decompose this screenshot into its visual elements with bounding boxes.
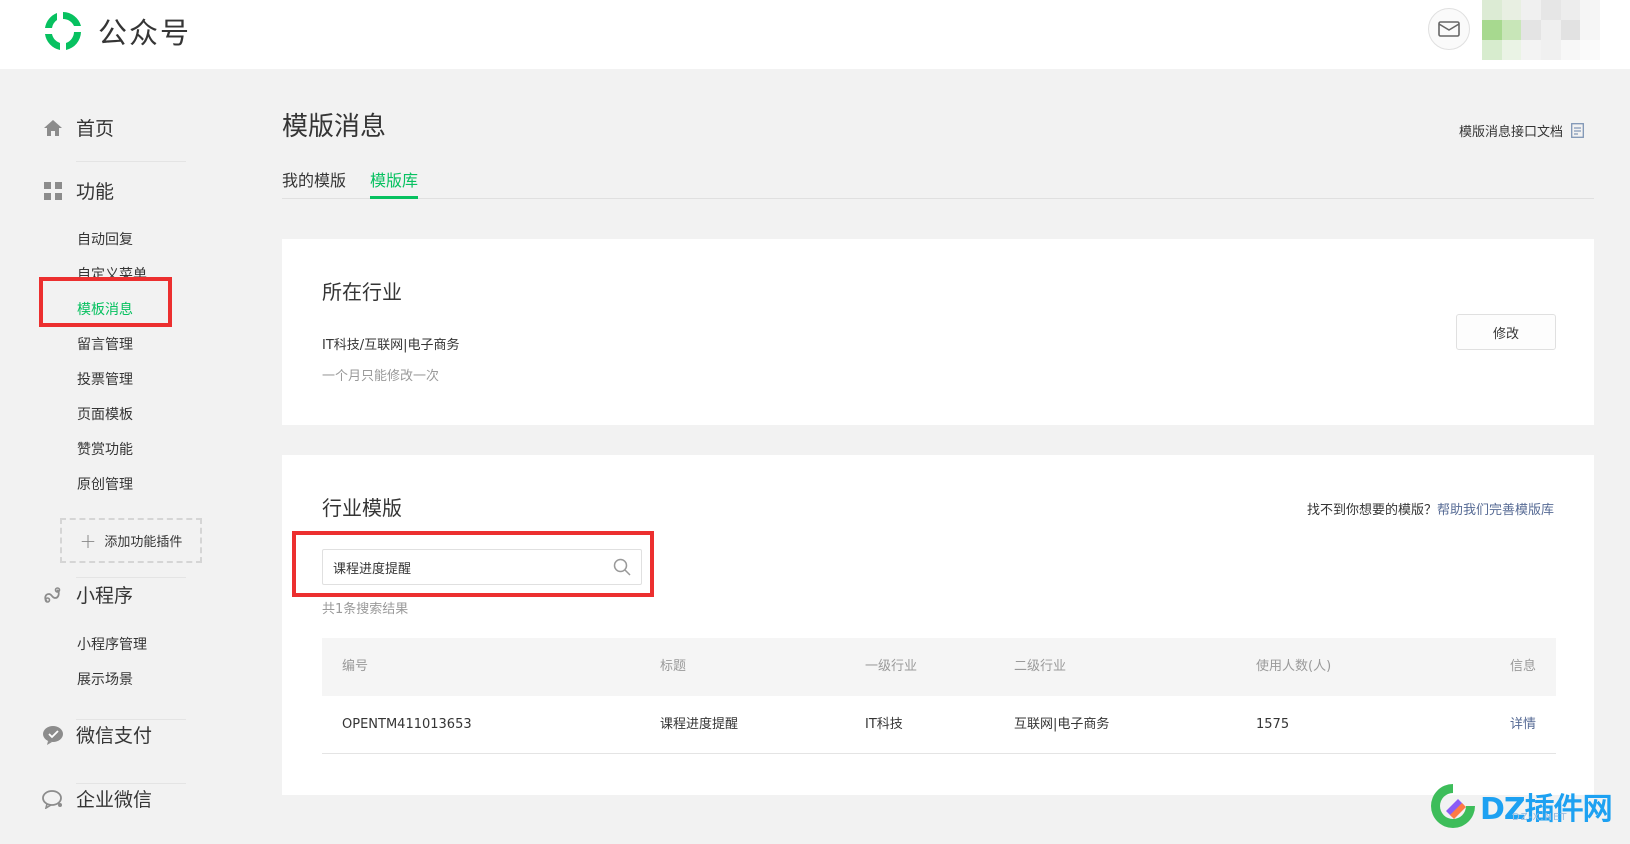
- help-text: 找不到你想要的模版？帮助我们完善模版库: [1307, 499, 1554, 518]
- tab-my-templates[interactable]: 我的模版: [282, 167, 346, 191]
- tab-template-library[interactable]: 模版库: [370, 167, 418, 191]
- logo[interactable]: 公众号: [40, 8, 191, 54]
- detail-link[interactable]: 详情: [1510, 696, 1536, 754]
- nav-miniprogram-label: 小程序: [76, 585, 134, 607]
- col-title: 标题: [660, 659, 687, 674]
- plus-icon: +: [79, 528, 97, 553]
- result-count: 共1条搜索结果: [322, 602, 409, 617]
- nav-enterprise-wechat-label: 企业微信: [76, 789, 153, 811]
- sidebar-item-page-templates[interactable]: 页面模板: [77, 404, 133, 424]
- watermark-logo-icon: [1431, 784, 1475, 828]
- highlight-box: [292, 531, 654, 597]
- col-info: 信息: [1509, 659, 1536, 674]
- templates-title: 行业模版: [322, 496, 402, 520]
- home-icon: [42, 117, 64, 139]
- add-plugin-label: 添加功能插件: [104, 535, 183, 550]
- divider: [76, 161, 186, 162]
- sidebar-item-auto-reply[interactable]: 自动回复: [77, 229, 133, 249]
- highlight-box: [39, 277, 172, 327]
- document-icon: [1571, 123, 1584, 138]
- nav-enterprise-wechat[interactable]: 企业微信: [42, 785, 152, 812]
- table-header: 编号 标题 一级行业 二级行业 使用人数(人) 信息: [322, 638, 1556, 696]
- doc-link-label: 模版消息接口文档: [1459, 125, 1564, 140]
- top-bar: 公众号: [0, 0, 1630, 69]
- divider: [76, 783, 186, 784]
- sidebar: 首页 功能 自动回复 自定义菜单 模板消息 留言管理 投票管理 页面模板 赞赏功…: [0, 69, 210, 844]
- industry-hint: 一个月只能修改一次: [322, 369, 440, 384]
- col-industry1: 一级行业: [865, 659, 918, 674]
- col-users: 使用人数(人): [1256, 659, 1332, 674]
- nav-home-label: 首页: [76, 118, 115, 140]
- mail-icon: [1438, 21, 1460, 37]
- wechat-official-logo-icon: [45, 12, 81, 50]
- industry-title: 所在行业: [322, 280, 402, 304]
- watermark-sub: DZ-X.NET: [1512, 812, 1568, 823]
- help-link[interactable]: 帮助我们完善模版库: [1437, 503, 1554, 518]
- table-row: OPENTM411013653 课程进度提醒 IT科技 互联网|电子商务 157…: [322, 696, 1556, 754]
- templates-table: 编号 标题 一级行业 二级行业 使用人数(人) 信息 OPENTM4110136…: [322, 638, 1556, 754]
- sidebar-item-original[interactable]: 原创管理: [77, 474, 133, 494]
- miniprogram-icon: [42, 584, 64, 606]
- row-title: 课程进度提醒: [660, 717, 739, 732]
- watermark: DZ插件网: [1428, 775, 1624, 837]
- help-prefix: 找不到你想要的模版？: [1306, 503, 1437, 518]
- row-industry2: 互联网|电子商务: [1014, 717, 1110, 732]
- sidebar-item-miniprogram-manage[interactable]: 小程序管理: [77, 634, 147, 654]
- industry-value: IT科技/互联网|电子商务: [322, 338, 460, 353]
- tab-bar: 我的模版 模版库: [282, 165, 1594, 199]
- industry-templates-card: 行业模版 找不到你想要的模版？帮助我们完善模版库 共1条搜索结果 编号 标题 一…: [282, 455, 1594, 795]
- grid-icon: [42, 180, 64, 202]
- col-industry2: 二级行业: [1014, 659, 1067, 674]
- sidebar-item-votes[interactable]: 投票管理: [77, 369, 133, 389]
- enterprise-wechat-icon: [42, 788, 64, 810]
- modify-button[interactable]: 修改: [1456, 314, 1556, 350]
- divider: [76, 577, 186, 578]
- row-industry1: IT科技: [865, 717, 903, 732]
- nav-home[interactable]: 首页: [42, 114, 114, 141]
- mail-button[interactable]: [1428, 8, 1470, 50]
- nav-wechat-pay-label: 微信支付: [76, 725, 153, 747]
- sidebar-item-comments[interactable]: 留言管理: [77, 334, 133, 354]
- avatar[interactable]: [1482, 0, 1600, 60]
- divider: [76, 719, 186, 720]
- page-title: 模版消息: [282, 112, 387, 142]
- industry-card: 所在行业 IT科技/互联网|电子商务 一个月只能修改一次 修改: [282, 239, 1594, 425]
- template-api-doc-link[interactable]: 模版消息接口文档: [1459, 121, 1584, 140]
- nav-wechat-pay[interactable]: 微信支付: [42, 721, 152, 748]
- nav-miniprogram[interactable]: 小程序: [42, 581, 133, 608]
- active-tab-indicator: [370, 196, 418, 199]
- row-users: 1575: [1256, 717, 1290, 732]
- app-title: 公众号: [98, 16, 192, 50]
- sidebar-item-reward[interactable]: 赞赏功能: [77, 439, 133, 459]
- col-id: 编号: [342, 659, 369, 674]
- sidebar-item-display-scene[interactable]: 展示场景: [77, 669, 133, 689]
- wechat-pay-icon: [42, 724, 64, 746]
- add-plugin-button[interactable]: + 添加功能插件: [60, 518, 202, 563]
- row-id: OPENTM411013653: [342, 717, 472, 732]
- nav-functions[interactable]: 功能: [42, 177, 114, 204]
- nav-functions-label: 功能: [76, 181, 115, 203]
